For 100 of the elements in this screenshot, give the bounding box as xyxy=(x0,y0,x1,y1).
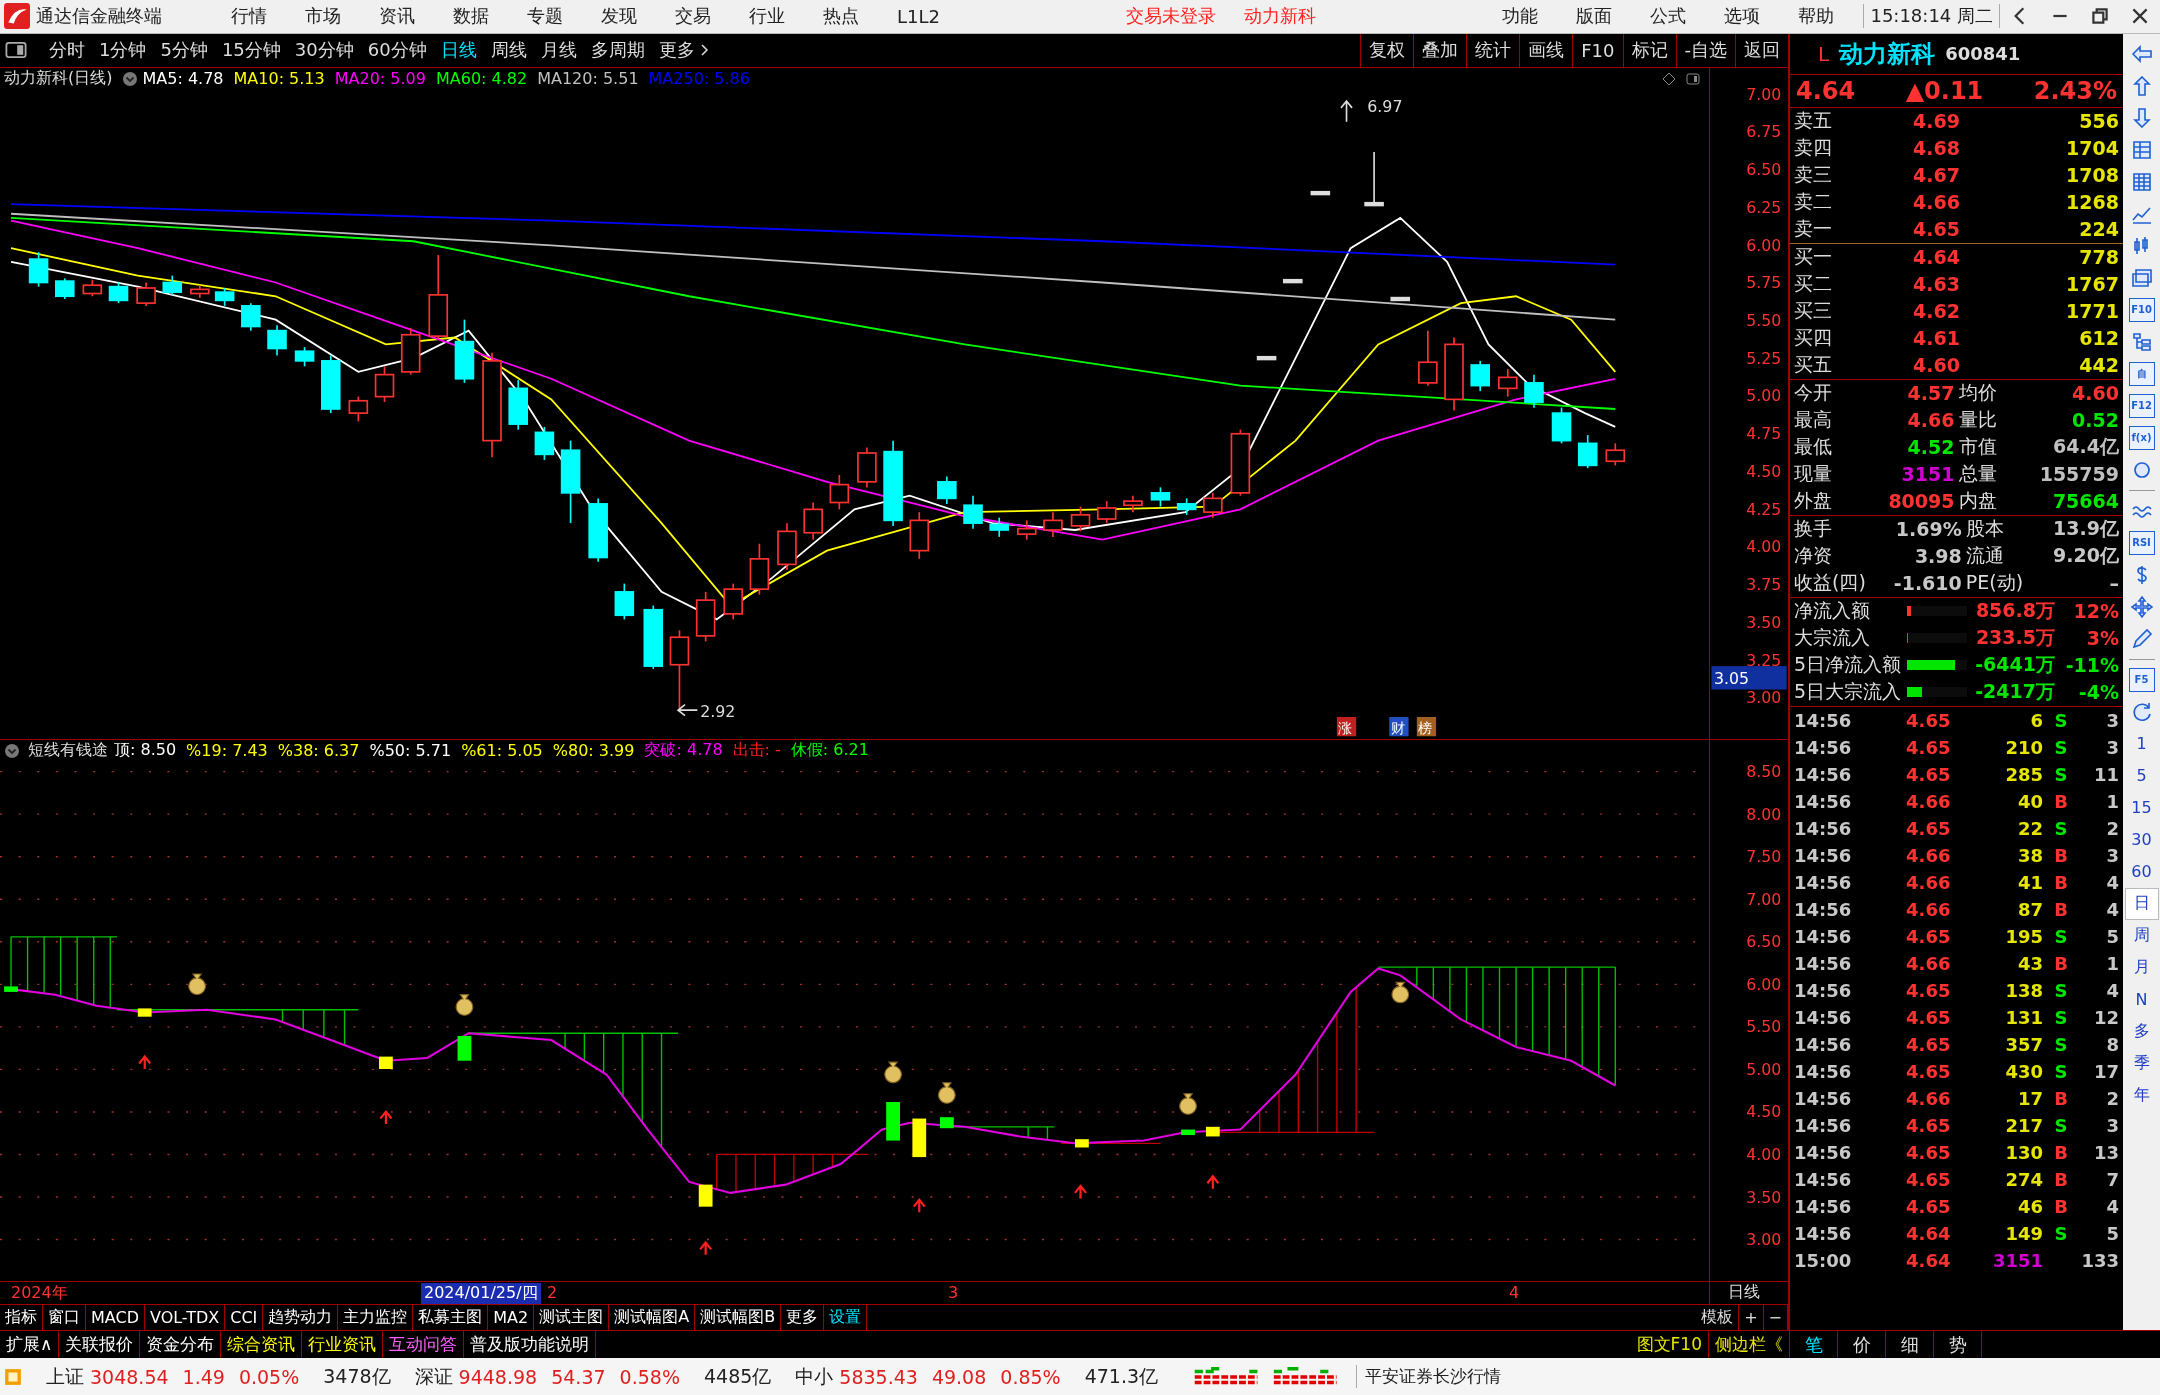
stat-label: 总量 xyxy=(1958,461,1997,487)
period-button[interactable]: 60 xyxy=(2124,855,2159,888)
chart-tool-button[interactable]: 复权 xyxy=(1360,33,1414,67)
menu-item[interactable]: 帮助 xyxy=(1798,4,1835,29)
tick-time: 14:56 xyxy=(1794,1087,1853,1109)
indicator-tab[interactable]: 设置 xyxy=(824,1304,868,1330)
menu-item[interactable]: 功能 xyxy=(1502,4,1539,29)
indicator-tab[interactable]: 趋势动力 xyxy=(263,1304,339,1330)
period-button[interactable]: 5 xyxy=(2124,759,2159,792)
menu-item[interactable]: 选项 xyxy=(1724,4,1761,29)
cursor-date-label: 2024/01/25/四 xyxy=(421,1282,541,1304)
period-tab[interactable]: 日线 xyxy=(433,38,484,63)
period-button[interactable]: 30 xyxy=(2124,823,2159,856)
order-volume: 224 xyxy=(2078,218,2119,241)
chart-tool-button[interactable]: F10 xyxy=(1572,33,1623,67)
period-button[interactable]: 季 xyxy=(2124,1047,2159,1080)
menu-item[interactable]: 热点 xyxy=(823,4,859,29)
menu-item[interactable]: 交易 xyxy=(675,4,711,29)
moving-average-value: MA20: 5.09 xyxy=(334,69,426,89)
menu-item[interactable]: 行业 xyxy=(749,4,785,29)
template-tool-button[interactable]: − xyxy=(1763,1304,1788,1330)
indicator-tab[interactable]: MA2 xyxy=(488,1304,535,1330)
period-tab[interactable]: 多周期 xyxy=(583,38,652,63)
period-button[interactable]: 多 xyxy=(2124,1015,2159,1048)
period-button[interactable]: 月 xyxy=(2124,951,2159,984)
side-tool-button[interactable]: f(x) xyxy=(2128,425,2155,450)
indicator-tab[interactable]: CCI xyxy=(225,1304,264,1330)
price-change: ▲0.11 xyxy=(1905,76,1984,105)
indicator-tab[interactable]: 指标 xyxy=(0,1304,43,1330)
indicator-tab[interactable]: MACD xyxy=(86,1304,145,1330)
candlestick xyxy=(534,425,555,461)
period-tab[interactable]: 60分钟 xyxy=(360,38,434,63)
app-logo-icon xyxy=(4,3,30,30)
event-marker[interactable]: 涨 xyxy=(1336,716,1357,737)
period-button[interactable]: 日 xyxy=(2124,887,2159,920)
signal-bar xyxy=(457,1035,472,1061)
menu-item[interactable]: 专题 xyxy=(527,4,563,29)
flow-amount: -2417万 xyxy=(1974,679,2055,705)
period-tab[interactable]: 15分钟 xyxy=(214,38,288,63)
histogram-line xyxy=(1449,966,1451,1012)
period-tab[interactable]: 30分钟 xyxy=(287,38,361,63)
collapse-icon[interactable] xyxy=(4,742,20,759)
move-icon[interactable] xyxy=(2129,594,2154,619)
period-button[interactable]: 1 xyxy=(2124,727,2159,760)
moving-average-value: MA10: 5.13 xyxy=(233,69,325,89)
chart-tool-button[interactable]: 画线 xyxy=(1519,33,1573,67)
menu-item[interactable]: L1L2 xyxy=(897,5,940,27)
period-tab[interactable]: 月线 xyxy=(533,38,584,63)
chart-tool-button[interactable]: 标记 xyxy=(1622,33,1676,67)
indicator-tab[interactable]: 更多 xyxy=(781,1304,825,1330)
menu-item[interactable]: 数据 xyxy=(453,4,489,29)
side-tool-button[interactable]: F12 xyxy=(2128,393,2155,418)
period-button[interactable]: 周 xyxy=(2124,919,2159,952)
chart-tool-button[interactable]: 返回 xyxy=(1735,33,1788,67)
side-tool-button[interactable]: RSI xyxy=(2128,530,2155,555)
histogram-line xyxy=(793,1153,795,1182)
period-tab[interactable]: 分时 xyxy=(42,38,92,63)
stat-value: -1.610 xyxy=(1892,572,1962,595)
panel-icon[interactable] xyxy=(1685,70,1701,87)
up-arrow-icon xyxy=(1206,1174,1220,1190)
tick-time: 14:56 xyxy=(1794,979,1853,1001)
candlestick xyxy=(508,378,528,431)
change-percent: 2.43% xyxy=(2033,76,2117,105)
menu-item[interactable]: 版面 xyxy=(1576,4,1613,29)
indicator-tab[interactable]: 窗口 xyxy=(43,1304,86,1330)
indicator-tab[interactable]: 测试主图 xyxy=(534,1304,610,1330)
period-tab[interactable]: 1分钟 xyxy=(92,38,154,63)
menu-item[interactable]: 公式 xyxy=(1650,4,1687,29)
collapse-icon[interactable] xyxy=(122,70,139,87)
period-button[interactable]: 15 xyxy=(2124,791,2159,824)
indicator-tab[interactable]: 测试幅图A xyxy=(609,1304,696,1330)
template-tool-button[interactable]: 模板 xyxy=(1696,1304,1740,1330)
period-button[interactable]: 年 xyxy=(2124,1079,2159,1112)
template-tool-button[interactable]: + xyxy=(1739,1304,1764,1330)
side-tool-button[interactable]: F10 xyxy=(2128,297,2155,322)
menu-item[interactable]: 市场 xyxy=(305,4,341,29)
side-tool-button[interactable]: F5 xyxy=(2128,667,2155,692)
period-tab[interactable]: 更多 xyxy=(651,38,716,63)
signal-bar xyxy=(886,1101,900,1141)
period-button[interactable]: N xyxy=(2124,983,2159,1016)
chart-tool-button[interactable]: 统计 xyxy=(1466,33,1520,67)
low-price-label: 2.92 xyxy=(700,701,736,721)
period-tab[interactable]: 周线 xyxy=(483,38,534,63)
diamond-icon[interactable] xyxy=(1661,70,1677,87)
event-marker[interactable]: 榜 xyxy=(1416,716,1437,737)
menu-item[interactable]: 行情 xyxy=(231,4,267,29)
candlestick xyxy=(1283,278,1303,283)
chart-tool-button[interactable]: -自选 xyxy=(1675,33,1735,67)
order-level-label: 卖一 xyxy=(1794,216,1833,242)
menu-item[interactable]: 资讯 xyxy=(379,4,415,29)
indicator-tab[interactable]: 私募主图 xyxy=(413,1304,489,1330)
index-name: 中小 xyxy=(795,1363,834,1389)
event-marker[interactable]: 财 xyxy=(1389,716,1409,737)
indicator-tab[interactable]: VOL-TDX xyxy=(144,1304,226,1330)
period-tab[interactable]: 5分钟 xyxy=(153,38,215,63)
indicator-tab[interactable]: 主力监控 xyxy=(338,1304,414,1330)
indicator-tab[interactable]: 测试幅图B xyxy=(695,1304,782,1330)
menu-item[interactable]: 发现 xyxy=(601,4,637,29)
chart-tool-button[interactable]: 叠加 xyxy=(1413,33,1467,67)
side-tool-button[interactable]: 自 xyxy=(2128,361,2155,386)
